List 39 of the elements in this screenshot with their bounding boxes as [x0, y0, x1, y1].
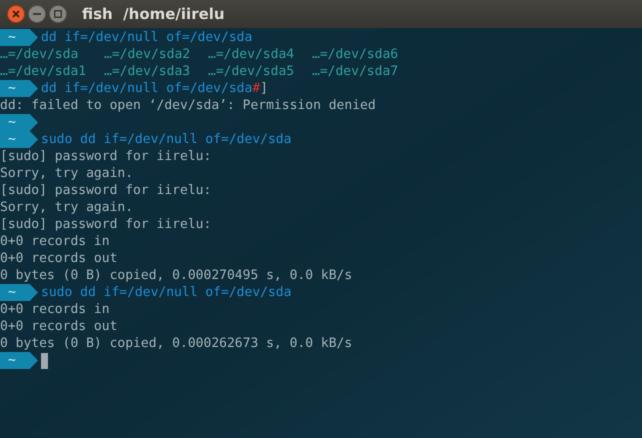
window-title: fish /home/iirelu: [82, 4, 225, 25]
error-mark: #: [252, 80, 260, 97]
close-button[interactable]: [7, 5, 25, 23]
prompt-badge: ~: [0, 284, 38, 301]
terminal-output: [sudo] password for iirelu:: [0, 216, 212, 233]
close-icon: [12, 10, 20, 18]
terminal-output: 0+0 records in: [0, 301, 110, 318]
command-text: dd if=/dev/null of=/dev/sda: [41, 80, 252, 97]
terminal-output: dd: failed to open ‘/dev/sda’: Permission denied: [0, 97, 376, 114]
terminal-text: ]: [260, 80, 268, 97]
terminal-output: 0+0 records out: [0, 318, 118, 335]
command-text: sudo dd if=/dev/null of=/dev/sda: [41, 284, 292, 301]
completion-item[interactable]: …=/dev/sda6: [312, 46, 406, 63]
completion-item[interactable]: …=/dev/sda2: [104, 46, 198, 63]
minimize-icon: [33, 13, 41, 15]
terminal-output: 0+0 records out: [0, 250, 118, 267]
minimize-button[interactable]: [28, 5, 46, 23]
terminal-output: Sorry, try again.: [0, 199, 134, 216]
completion-item[interactable]: …=/dev/sda5: [208, 63, 302, 80]
terminal-output: [sudo] password for iirelu:: [0, 182, 212, 199]
prompt-badge: ~: [0, 352, 38, 369]
completion-item[interactable]: …=/dev/sda3: [104, 63, 198, 80]
terminal-output: 0 bytes (0 B) copied, 0.000262673 s, 0.0 kB/s: [0, 335, 352, 352]
completion-item[interactable]: …=/dev/sda4: [208, 46, 302, 63]
terminal-output: 0 bytes (0 B) copied, 0.000270495 s, 0.0 kB/s: [0, 267, 352, 284]
completion-item[interactable]: …=/dev/sda1: [0, 63, 94, 80]
terminal-output: Sorry, try again.: [0, 165, 134, 182]
prompt-badge: ~: [0, 80, 38, 97]
command-text: sudo dd if=/dev/null of=/dev/sda: [41, 131, 292, 148]
terminal-output: [sudo] password for iirelu:: [0, 148, 212, 165]
command-text: dd if=/dev/null of=/dev/sda: [41, 29, 252, 46]
maximize-icon: [54, 10, 62, 18]
prompt-badge: ~: [0, 29, 38, 46]
prompt-badge: ~: [0, 131, 38, 148]
completion-item[interactable]: …=/dev/sda7: [312, 63, 406, 80]
terminal-output: 0+0 records in: [0, 233, 110, 250]
maximize-button[interactable]: [49, 5, 67, 23]
prompt-badge: ~: [0, 114, 38, 131]
completion-item[interactable]: …=/dev/sda: [0, 46, 94, 63]
